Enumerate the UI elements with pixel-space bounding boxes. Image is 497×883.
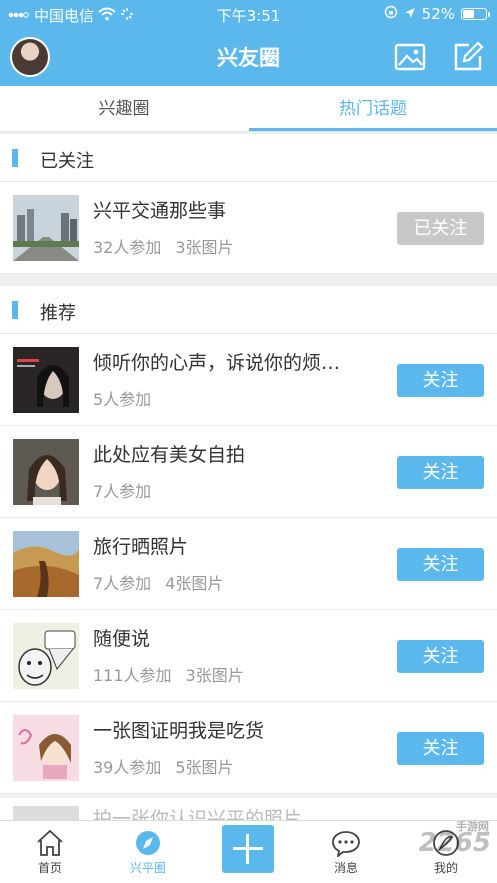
tab-label: 首页	[37, 861, 62, 875]
topic-name: 此处应有美女自拍	[93, 444, 246, 466]
topic-thumbnail	[13, 531, 79, 597]
images-count: 5张图片	[175, 758, 234, 777]
tab-home[interactable]: 首页	[10, 821, 90, 883]
topic-meta: 39人参加 5张图片	[93, 754, 234, 778]
topic-thumbnail	[13, 715, 79, 781]
section-title: 已关注	[40, 151, 94, 172]
battery-percent: 52%	[421, 5, 455, 23]
topic-meta: 7人参加	[93, 478, 151, 502]
tab-label: 兴平圈	[129, 861, 166, 875]
location-icon	[404, 5, 416, 23]
followed-button[interactable]: 已关注	[397, 212, 484, 245]
tab-interest-circle[interactable]: 兴趣圈	[0, 86, 248, 132]
images-count: 4张图片	[165, 574, 224, 593]
section-followed: 已关注	[0, 134, 497, 182]
images-count: 3张图片	[175, 238, 234, 257]
battery-icon	[461, 8, 490, 20]
home-icon	[37, 829, 63, 856]
follow-button[interactable]: 关注	[397, 732, 484, 765]
topic-thumbnail	[13, 623, 79, 689]
tab-label: 消息	[333, 861, 358, 875]
topic-meta: 5人参加	[93, 386, 151, 410]
topic-name: 旅行晒照片	[93, 536, 189, 558]
topic-name: 拍一张你认识兴平的照片	[93, 808, 303, 820]
photo-icon[interactable]	[393, 40, 427, 74]
list-item[interactable]: 兴平交通那些事 32人参加 3张图片 已关注	[0, 182, 497, 274]
topic-meta: 111人参加 3张图片	[93, 662, 244, 686]
participants-count: 111人参加	[93, 666, 172, 685]
follow-button[interactable]: 关注	[397, 548, 484, 581]
topic-meta: 7人参加 4张图片	[93, 570, 223, 594]
status-bar: 中国电信 下午3:51 52%	[0, 0, 497, 30]
follow-button[interactable]: 关注	[397, 364, 484, 397]
tab-xingping-circle[interactable]: 兴平圈	[108, 821, 188, 883]
tab-label: 我的	[433, 861, 458, 875]
participants-count: 7人参加	[93, 574, 152, 593]
follow-button[interactable]: 关注	[397, 640, 484, 673]
plus-icon[interactable]	[222, 825, 274, 873]
rotation-lock-icon	[384, 5, 398, 23]
divider	[0, 274, 497, 286]
section-recommended: 推荐	[0, 286, 497, 334]
list-item-partial[interactable]: 拍一张你认识兴平的照片	[0, 798, 497, 820]
section-title: 推荐	[40, 303, 76, 324]
list-item[interactable]: 倾听你的心声，诉说你的烦… 5人参加 关注	[0, 334, 497, 426]
list-item[interactable]: 旅行晒照片 7人参加 4张图片 关注	[0, 518, 497, 610]
list-item[interactable]: 随便说 111人参加 3张图片 关注	[0, 610, 497, 702]
edit-icon[interactable]	[451, 40, 485, 74]
topic-name: 兴平交通那些事	[93, 200, 227, 222]
participants-count: 32人参加	[93, 238, 162, 257]
topic-meta: 32人参加 3张图片	[93, 234, 234, 258]
watermark-sub: 手游网	[456, 820, 489, 833]
top-navbar: 兴友圈	[0, 30, 497, 86]
compass-icon	[136, 831, 160, 855]
tab-messages[interactable]: 消息	[306, 821, 386, 883]
topic-thumbnail	[13, 439, 79, 505]
section-marker	[12, 149, 18, 167]
follow-button[interactable]: 关注	[397, 456, 484, 489]
topic-thumbnail	[13, 347, 79, 413]
topic-name: 一张图证明我是吃货	[93, 720, 265, 742]
chat-icon	[332, 831, 360, 857]
participants-count: 7人参加	[93, 482, 152, 501]
list-item[interactable]: 此处应有美女自拍 7人参加 关注	[0, 426, 497, 518]
topic-thumbnail	[13, 195, 79, 261]
list-item[interactable]: 一张图证明我是吃货 39人参加 5张图片 关注	[0, 702, 497, 794]
participants-count: 39人参加	[93, 758, 162, 777]
topic-name: 倾听你的心声，诉说你的烦…	[93, 352, 341, 374]
tab-hot-topics[interactable]: 热门话题	[249, 86, 497, 132]
active-tab-indicator	[249, 128, 497, 131]
images-count: 3张图片	[185, 666, 244, 685]
topic-thumbnail	[13, 806, 79, 820]
section-marker	[12, 301, 18, 319]
topic-tabs: 兴趣圈 热门话题	[0, 86, 497, 132]
topic-name: 随便说	[93, 628, 151, 650]
participants-count: 5人参加	[93, 390, 152, 409]
watermark-logo: 手游网 2265	[419, 820, 491, 858]
